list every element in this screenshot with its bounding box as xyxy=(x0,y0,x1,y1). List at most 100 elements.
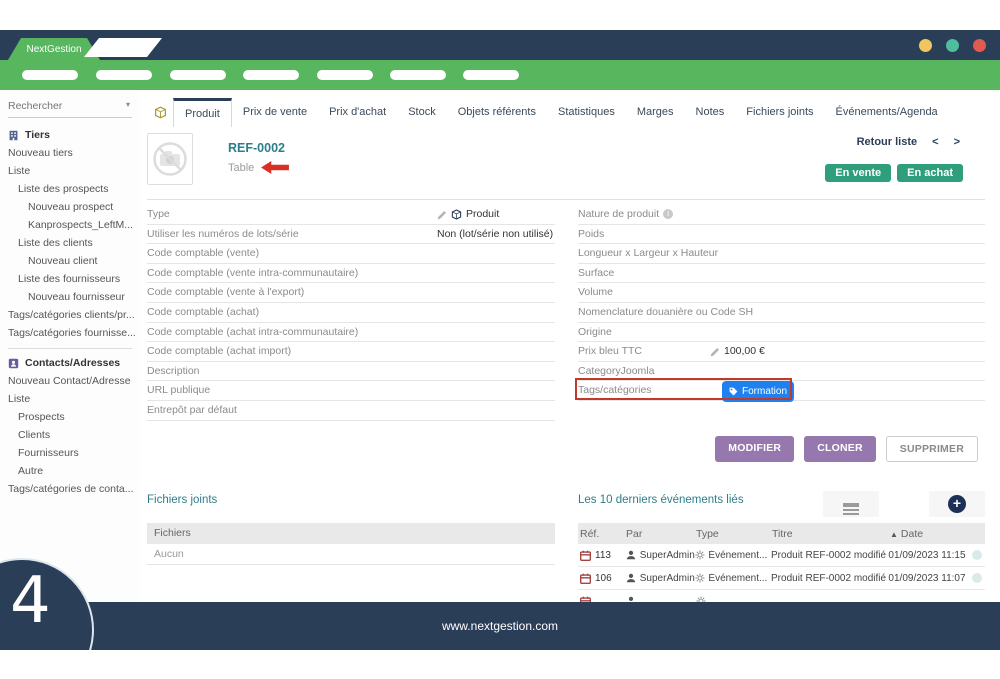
modify-button[interactable]: MODIFIER xyxy=(715,436,794,462)
tab-produit[interactable]: Produit xyxy=(173,98,232,127)
tab-prix-dachat[interactable]: Prix d'achat xyxy=(318,98,397,127)
pencil-icon[interactable] xyxy=(437,210,447,220)
tab-fichiers-joints[interactable]: Fichiers joints xyxy=(735,98,824,127)
events-table: Réf. Par Type Titre ▲Date 113 SuperAdmin xyxy=(578,523,985,613)
sidebar-item-nouveau-client[interactable]: Nouveau client xyxy=(0,252,140,270)
col-par[interactable]: Par xyxy=(626,528,696,540)
event-title[interactable]: Produit REF-0002 modifié xyxy=(771,550,888,561)
sidebar-item-tags-clients[interactable]: Tags/catégories clients/pr... xyxy=(0,306,140,324)
top-menu-pill[interactable] xyxy=(96,70,152,80)
events-toolbar: + xyxy=(823,491,985,517)
field-label: Code comptable (vente) xyxy=(147,247,259,259)
category-badge[interactable]: Formation xyxy=(722,381,794,402)
list-view-button[interactable] xyxy=(823,491,879,517)
on-purchase-badge[interactable]: En achat xyxy=(897,164,963,182)
top-menu-pill[interactable] xyxy=(170,70,226,80)
no-photo-icon xyxy=(151,140,189,178)
field-label: Type xyxy=(147,208,170,220)
event-user: SuperAdmin xyxy=(640,573,695,584)
sidebar-item-prospects[interactable]: Prospects xyxy=(0,408,140,426)
brand-decoration xyxy=(84,38,162,57)
field-label: CategoryJoomla xyxy=(578,365,654,377)
event-title[interactable]: Produit REF-0002 modifié xyxy=(771,573,888,584)
product-tabbar: Produit Prix de vente Prix d'achat Stock… xyxy=(140,98,1000,127)
sidebar-divider xyxy=(8,348,132,349)
event-ref-link[interactable]: 106 xyxy=(578,573,626,584)
sidebar-item-clients[interactable]: Clients xyxy=(0,426,140,444)
col-titre[interactable]: Titre xyxy=(772,528,890,540)
product-cube-icon xyxy=(154,106,167,119)
field-label: Origine xyxy=(578,326,612,338)
event-status-dot xyxy=(972,550,982,560)
sidebar-item-liste-contacts[interactable]: Liste xyxy=(0,390,140,408)
top-menu-pill[interactable] xyxy=(390,70,446,80)
sidebar-item-liste-fournisseurs[interactable]: Liste des fournisseurs xyxy=(0,270,140,288)
tab-notes[interactable]: Notes xyxy=(685,98,736,127)
event-status-dot xyxy=(972,573,982,583)
gear-icon xyxy=(695,550,705,560)
event-ref-link[interactable]: 113 xyxy=(578,550,626,561)
tab-stock[interactable]: Stock xyxy=(397,98,447,127)
field-label: Code comptable (vente à l'export) xyxy=(147,286,304,298)
sidebar-item-fournisseurs[interactable]: Fournisseurs xyxy=(0,444,140,462)
sidebar-item-kanprospects[interactable]: Kanprospects_LeftM... xyxy=(0,216,140,234)
field-row: Origine xyxy=(578,323,985,343)
chevron-down-icon[interactable]: ▾ xyxy=(126,100,130,109)
event-user-link[interactable]: SuperAdmin xyxy=(626,550,696,561)
pencil-icon[interactable] xyxy=(710,347,720,357)
tab-prix-de-vente[interactable]: Prix de vente xyxy=(232,98,318,127)
clone-button[interactable]: CLONER xyxy=(804,436,876,462)
field-row: Code comptable (achat import) xyxy=(147,342,555,362)
prev-record-icon[interactable]: < xyxy=(932,136,938,148)
field-label: Code comptable (vente intra-communautair… xyxy=(147,267,358,279)
action-buttons: MODIFIER CLONER SUPPRIMER xyxy=(715,436,978,462)
page-number-bubble: 4 xyxy=(0,555,100,650)
sidebar-item-autre[interactable]: Autre xyxy=(0,462,140,480)
sidebar-menu: Tiers Nouveau tiers Liste Liste des pros… xyxy=(0,126,140,498)
col-type[interactable]: Type xyxy=(696,528,772,540)
sidebar-item-tags-contacts[interactable]: Tags/catégories de conta... xyxy=(0,480,140,498)
top-menu-pill[interactable] xyxy=(317,70,373,80)
sidebar-item-liste-clients[interactable]: Liste des clients xyxy=(0,234,140,252)
fields-right-table: Nature de produiti Poids Longueur x Larg… xyxy=(578,205,985,401)
add-event-button[interactable]: + xyxy=(929,491,985,517)
event-user-link[interactable]: SuperAdmin xyxy=(626,573,696,584)
on-sale-badge[interactable]: En vente xyxy=(825,164,891,182)
product-photo-placeholder xyxy=(147,133,193,185)
top-menu-pill[interactable] xyxy=(243,70,299,80)
col-ref[interactable]: Réf. xyxy=(578,528,626,540)
help-icon[interactable]: i xyxy=(663,209,673,219)
field-row-tags: Tags/catégories Formation xyxy=(578,381,985,401)
tab-evenements-agenda[interactable]: Événements/Agenda xyxy=(825,98,949,127)
sidebar-item-nouveau-contact[interactable]: Nouveau Contact/Adresse xyxy=(0,372,140,390)
tab-marges[interactable]: Marges xyxy=(626,98,685,127)
field-row-lots: Utiliser les numéros de lots/série Non (… xyxy=(147,225,555,245)
tab-statistiques[interactable]: Statistiques xyxy=(547,98,626,127)
sort-asc-icon: ▲ xyxy=(890,530,898,539)
field-row-nature: Nature de produiti xyxy=(578,205,985,225)
field-value-text: Non (lot/série non utilisé) xyxy=(437,225,553,244)
top-menu-pill[interactable] xyxy=(22,70,78,80)
field-row-prix: Prix bleu TTC 100,00 € xyxy=(578,342,985,362)
sidebar-item-nouveau-prospect[interactable]: Nouveau prospect xyxy=(0,198,140,216)
sidebar-item-liste-tiers[interactable]: Liste xyxy=(0,162,140,180)
hamburger-icon xyxy=(843,503,859,505)
event-ref: 113 xyxy=(595,550,611,561)
product-ref: REF-0002 xyxy=(228,141,285,155)
sidebar-item-tags-fournisseurs[interactable]: Tags/catégories fournisse... xyxy=(0,324,140,342)
delete-button[interactable]: SUPPRIMER xyxy=(886,436,978,462)
search-input[interactable] xyxy=(8,96,113,116)
top-menu-pill[interactable] xyxy=(463,70,519,80)
col-date[interactable]: ▲Date xyxy=(890,528,974,540)
sidebar-section-tiers[interactable]: Tiers xyxy=(0,126,140,144)
sidebar-section-contacts[interactable]: Contacts/Adresses xyxy=(0,354,140,372)
user-icon xyxy=(626,550,636,560)
tab-objets-referents[interactable]: Objets référents xyxy=(447,98,547,127)
back-to-list-link[interactable]: Retour liste xyxy=(857,136,918,148)
sidebar-item-nouveau-fournisseur[interactable]: Nouveau fournisseur xyxy=(0,288,140,306)
next-record-icon[interactable]: > xyxy=(954,136,960,148)
sidebar-item-nouveau-tiers[interactable]: Nouveau tiers xyxy=(0,144,140,162)
attachments-section: Fichiers joints Fichiers Aucun xyxy=(147,494,555,565)
red-dot-icon xyxy=(973,39,986,52)
sidebar-item-liste-prospects[interactable]: Liste des prospects xyxy=(0,180,140,198)
